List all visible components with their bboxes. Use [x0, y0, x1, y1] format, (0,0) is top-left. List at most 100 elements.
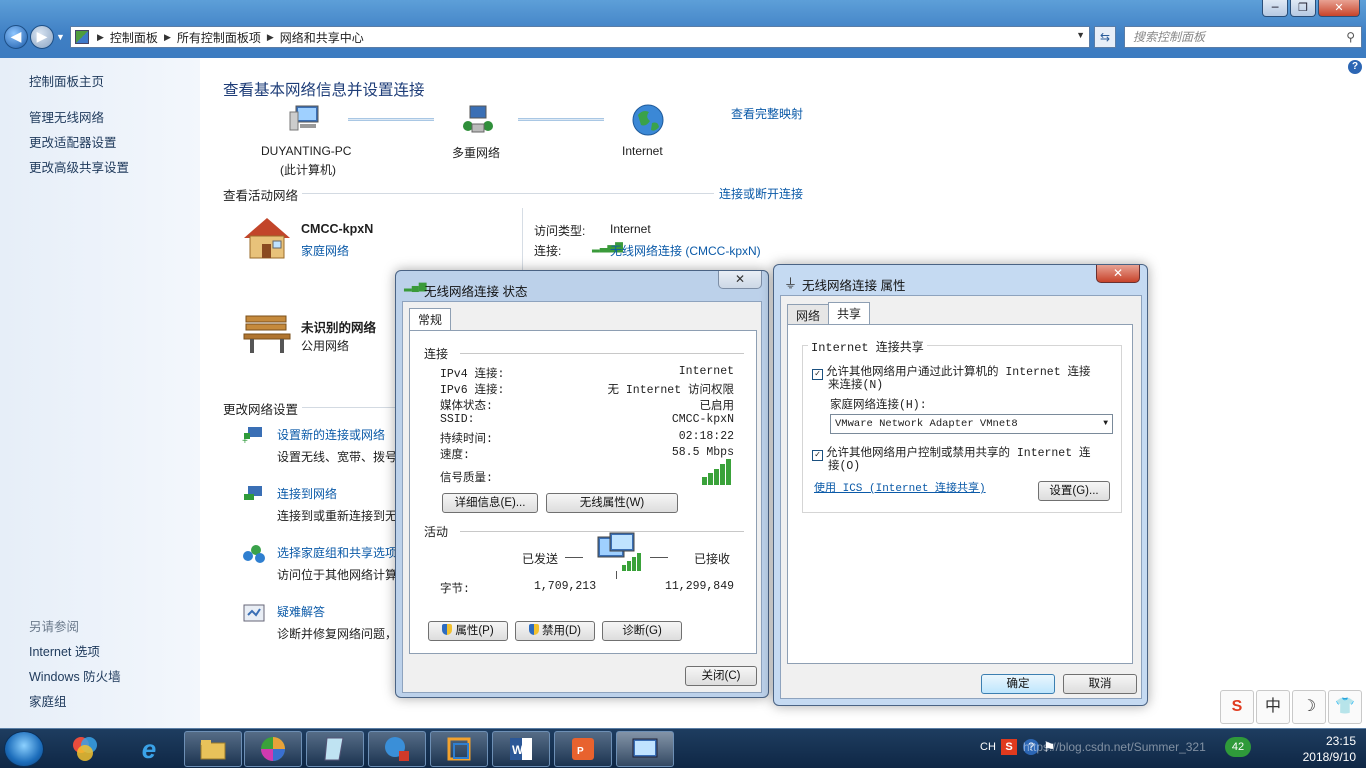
properties-dialog-close-icon[interactable]: ✕: [1096, 265, 1140, 283]
close-button[interactable]: ✕: [1318, 0, 1360, 17]
section-divider: [302, 193, 714, 194]
connect-disconnect-link[interactable]: 连接或断开连接: [719, 185, 803, 202]
settings-button[interactable]: 设置(G)...: [1038, 481, 1110, 501]
network2-name: 未识别的网络: [301, 321, 377, 335]
file-explorer-icon[interactable]: [184, 731, 242, 767]
allow-connect-label-cont: 来连接(N): [828, 379, 884, 392]
vmware-icon[interactable]: [430, 731, 488, 767]
address-bar[interactable]: ▶ 控制面板 ▶ 所有控制面板项 ▶ 网络和共享中心 ▼: [70, 26, 1090, 48]
network-center-taskbar-icon[interactable]: [616, 731, 674, 767]
start-button[interactable]: [4, 731, 44, 767]
breadcrumb-all-items[interactable]: 所有控制面板项: [177, 29, 261, 46]
breadcrumb-control-panel[interactable]: 控制面板: [110, 29, 158, 46]
clock-time: 23:15: [1325, 734, 1356, 748]
network-activity-icon: [596, 531, 644, 582]
homegroup-link[interactable]: 家庭组: [29, 691, 67, 710]
svg-text:+: +: [242, 436, 248, 445]
ipv4-value: Internet: [678, 365, 734, 378]
details-button[interactable]: 详细信息(E)...: [442, 493, 538, 513]
status-dialog-close-icon[interactable]: ✕: [718, 271, 762, 289]
bytes-label: 字节:: [440, 583, 470, 596]
security-badge[interactable]: 42: [1225, 737, 1251, 757]
breadcrumb-separator-icon: ▶: [163, 31, 171, 42]
bench-icon[interactable]: [242, 310, 292, 357]
page-title: 查看基本网络信息并设置连接: [223, 82, 425, 99]
sogou-tray-icon[interactable]: S: [1001, 739, 1017, 755]
diagnose-button[interactable]: 诊断(G): [602, 621, 682, 641]
recent-pages-dropdown-icon[interactable]: ▼: [56, 32, 65, 42]
manage-wireless-link[interactable]: 管理无线网络: [29, 107, 104, 126]
task-setup-connection-link[interactable]: 设置新的连接或网络: [277, 426, 385, 443]
ok-button[interactable]: 确定: [981, 674, 1055, 694]
close-dialog-button[interactable]: 关闭(C): [685, 666, 757, 686]
control-panel-home-link[interactable]: 控制面板主页: [29, 71, 104, 90]
word-icon[interactable]: W: [492, 731, 550, 767]
address-dropdown-icon[interactable]: ▼: [1076, 30, 1085, 40]
title-bar: ─ ❐ ✕ ◀ ▶ ▼ ▶ 控制面板 ▶ 所有控制面板项 ▶ 网络和共享中心 ▼…: [0, 0, 1366, 58]
task-connect-network-link[interactable]: 连接到网络: [277, 485, 337, 502]
connect-network-icon: [242, 484, 266, 504]
wireless-connection-link[interactable]: 无线网络连接 (CMCC-kpxN): [610, 242, 761, 259]
internet-explorer-icon[interactable]: e: [120, 731, 178, 767]
home-network-icon[interactable]: [242, 216, 292, 263]
help-icon[interactable]: ?: [1348, 60, 1362, 74]
tab-general[interactable]: 常规: [409, 308, 452, 332]
cancel-button[interactable]: 取消: [1063, 674, 1137, 694]
system-tray: CH S ? ⚑ https://blog.csdn.net/Summer_32…: [975, 729, 1366, 768]
clock[interactable]: 23:15 2018/9/10: [1303, 733, 1356, 765]
task-connect-network-desc: 连接到或重新连接到无: [277, 509, 398, 523]
home-connection-select[interactable]: VMware Network Adapter VMnet8 ▼: [830, 414, 1113, 434]
computer-name: DUYANTING-PC: [261, 144, 352, 158]
internet-label: Internet: [622, 144, 663, 158]
search-icon[interactable]: ⚲: [1346, 27, 1355, 47]
tab-sharing[interactable]: 共享: [828, 302, 871, 326]
language-indicator[interactable]: CH: [980, 741, 996, 753]
network1-type-link[interactable]: 家庭网络: [301, 242, 349, 259]
connection-group-label: 连接: [424, 347, 449, 361]
home-connection-label: 家庭网络连接(H):: [830, 399, 927, 412]
disable-button[interactable]: 禁用(D): [515, 621, 595, 641]
refresh-button[interactable]: ⇆: [1094, 26, 1116, 48]
minimize-button[interactable]: ─: [1262, 0, 1288, 17]
color-app-icon[interactable]: [244, 731, 302, 767]
map-link-line: [518, 118, 604, 121]
forward-button[interactable]: ▶: [30, 25, 54, 49]
troubleshoot-icon: [242, 603, 266, 623]
nav-buttons: ◀ ▶ ▼: [4, 25, 65, 49]
status-dialog-title: 无线网络连接 状态: [424, 285, 528, 299]
allow-control-label-cont: 接(O): [828, 460, 861, 473]
see-full-map-link[interactable]: 查看完整映射: [731, 105, 803, 122]
ime-mode-button[interactable]: 中: [1256, 690, 1290, 724]
breadcrumb-network-center[interactable]: 网络和共享中心: [280, 29, 364, 46]
adapter-settings-link[interactable]: 更改适配器设置: [29, 132, 117, 151]
properties-button[interactable]: 属性(P): [428, 621, 508, 641]
task-homegroup-link[interactable]: 选择家庭组和共享选项: [277, 544, 397, 561]
change-settings-heading: 更改网络设置: [223, 403, 299, 417]
ime-skin-button[interactable]: 👕: [1328, 690, 1362, 724]
use-ics-link[interactable]: 使用 ICS (Internet 连接共享): [814, 479, 986, 495]
maximize-button[interactable]: ❐: [1290, 0, 1316, 17]
properties-dialog-title: 无线网络连接 属性: [802, 279, 906, 293]
task-troubleshoot-link[interactable]: 疑难解答: [277, 603, 325, 620]
bytes-sent-value: 1,709,213: [534, 580, 597, 593]
back-button[interactable]: ◀: [4, 25, 28, 49]
notepad-icon[interactable]: [306, 731, 364, 767]
section-divider: [302, 407, 396, 408]
windows-firewall-link[interactable]: Windows 防火墙: [29, 666, 121, 685]
received-label: 已接收: [694, 552, 731, 566]
ssid-label: SSID:: [440, 413, 475, 426]
media-state-label: 媒体状态:: [440, 400, 493, 413]
computer-icon: [288, 104, 322, 137]
wireless-properties-button[interactable]: 无线属性(W): [546, 493, 678, 513]
ime-punctuation-button[interactable]: ☽: [1292, 690, 1326, 724]
advanced-sharing-link[interactable]: 更改高级共享设置: [29, 157, 129, 176]
record-app-icon[interactable]: [368, 731, 426, 767]
active-networks-heading: 查看活动网络: [223, 189, 299, 203]
ipv6-label: IPv6 连接:: [440, 384, 505, 397]
internet-options-link[interactable]: Internet 选项: [29, 641, 100, 660]
multiple-networks-icon: [460, 104, 496, 139]
photo-app-icon[interactable]: [56, 731, 114, 767]
pdf-reader-icon[interactable]: P: [554, 731, 612, 767]
search-input[interactable]: 搜索控制面板 ⚲: [1124, 26, 1362, 48]
sogou-logo-icon[interactable]: S: [1220, 690, 1254, 724]
